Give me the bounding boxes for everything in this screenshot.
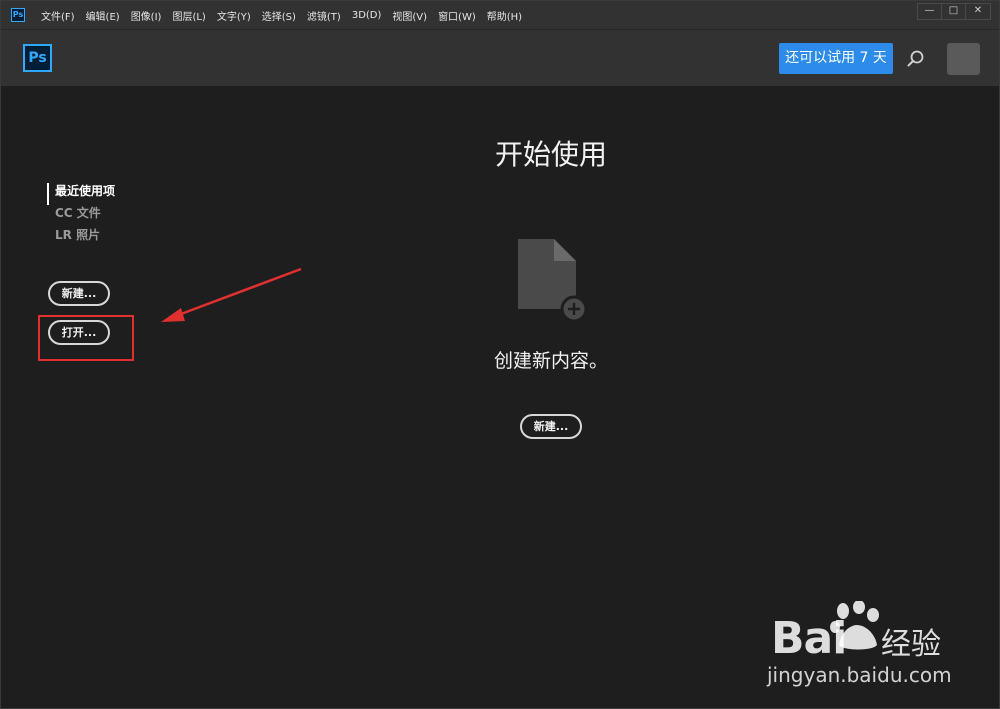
create-new-content-text: 创建新内容。 [493,350,608,372]
new-document-icon [518,239,588,323]
menu-layer[interactable]: 图层(L) [172,8,205,23]
new-button-center[interactable]: 新建... [520,414,582,439]
sidebar-item-lr-photos[interactable]: LR 照片 [47,227,115,249]
menu-edit[interactable]: 编辑(E) [86,8,120,23]
menu-3d[interactable]: 3D(D) [352,10,382,21]
menu-bar: Ps 文件(F) 编辑(E) 图像(I) 图层(L) 文字(Y) 选择(S) 滤… [1,1,999,29]
maximize-button[interactable]: □ [942,4,966,19]
menu-type[interactable]: 文字(Y) [217,8,251,23]
watermark-brand: Bai [771,613,847,664]
menu-filter[interactable]: 滤镜(T) [307,8,341,23]
menu-help[interactable]: 帮助(H) [487,8,522,23]
menu-window[interactable]: 窗口(W) [438,8,476,23]
sidebar-nav: 最近使用项 CC 文件 LR 照片 [47,183,115,249]
trial-button[interactable]: 还可以试用 7 天 [779,43,893,74]
baidu-watermark: Bai 经验 jingyan.baidu.com [763,601,993,696]
watermark-url: jingyan.baidu.com [767,663,952,687]
sidebar-item-cc-files[interactable]: CC 文件 [47,205,115,227]
app-header: Ps 还可以试用 7 天 [1,29,999,86]
menu-view[interactable]: 视图(V) [392,8,427,23]
sidebar-item-recent[interactable]: 最近使用项 [47,183,115,205]
new-button[interactable]: 新建... [48,281,110,306]
search-icon[interactable] [907,50,925,68]
ps-logo[interactable]: Ps [23,44,52,72]
menu-file[interactable]: 文件(F) [41,8,75,23]
avatar[interactable] [947,43,980,75]
ps-app-icon[interactable]: Ps [11,8,25,22]
photoshop-window: Ps 文件(F) 编辑(E) 图像(I) 图层(L) 文字(Y) 选择(S) 滤… [0,0,1000,709]
menu-select[interactable]: 选择(S) [262,8,296,23]
minimize-button[interactable]: — [918,4,942,19]
close-button[interactable]: ✕ [966,4,990,19]
window-controls: — □ ✕ [917,3,991,20]
watermark-brand-suffix: 经验 [881,627,941,662]
annotation-arrow-icon [161,267,302,322]
menu-image[interactable]: 图像(I) [131,8,162,23]
page-title: 开始使用 [494,138,607,171]
